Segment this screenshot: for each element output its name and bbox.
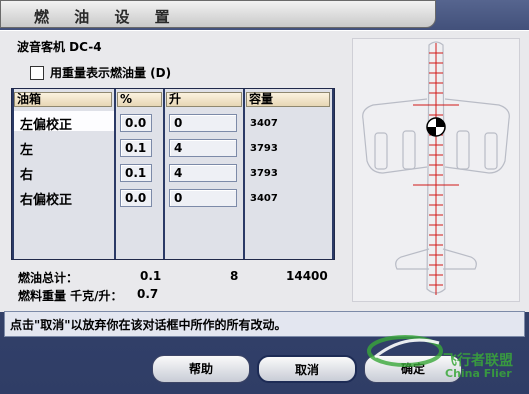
fuel-total-percent: 0.1 (140, 269, 162, 283)
right-wing-outline (444, 98, 510, 174)
percent-input[interactable]: 0.1 (120, 139, 152, 157)
fuel-total-capacity: 14400 (286, 269, 328, 283)
watermark: 飞行者联盟 China Flier (365, 323, 525, 383)
fuel-density-value: 0.7 (137, 287, 159, 301)
left-inner-engine (402, 130, 416, 170)
tank-name: 右 (20, 168, 34, 183)
header-tank: 油箱 (14, 92, 112, 107)
tank-capacity: 3407 (250, 118, 278, 129)
left-outer-engine (374, 132, 388, 170)
cg-marker-icon (426, 117, 446, 137)
header-percent: % (117, 92, 162, 107)
watermark-logo-icon (367, 335, 443, 367)
liters-input[interactable]: 4 (169, 164, 237, 182)
right-inner-engine (456, 130, 470, 170)
tank-capacity: 3793 (250, 143, 278, 154)
tank-capacity: 3793 (250, 168, 278, 179)
status-hint: 点击"取消"以放弃你在该对话框中所作的所有改动。 (10, 318, 287, 332)
help-button[interactable]: 帮助 (152, 355, 250, 383)
fuel-tank-table: 油箱 % 升 容量 左偏校正 0.0 0 3407 左 0.1 4 3793 右… (11, 88, 335, 260)
tank-name: 左 (20, 143, 34, 158)
right-tailplane-outline (442, 248, 477, 270)
fuel-density-label: 燃料重量 千克/升： (18, 289, 123, 303)
fuel-total-label: 燃油总计： (18, 271, 79, 285)
liters-input[interactable]: 4 (169, 139, 237, 157)
percent-input[interactable]: 0.1 (120, 164, 152, 182)
aircraft-top-view (362, 41, 510, 295)
fuel-total-liters: 8 (230, 269, 239, 283)
header-capacity: 容量 (246, 92, 330, 107)
percent-input[interactable]: 0.0 (120, 114, 152, 132)
percent-input[interactable]: 0.0 (120, 189, 152, 207)
left-tailplane-outline (395, 248, 430, 270)
title-bar[interactable]: 燃 油 设 置 (0, 0, 436, 28)
aircraft-name: 波音客机 DC-4 (17, 40, 102, 54)
tank-name: 右偏校正 (20, 193, 73, 208)
liters-input[interactable]: 0 (169, 189, 237, 207)
checkbox-box[interactable] (30, 65, 44, 80)
watermark-subtext: China Flier (445, 367, 512, 380)
cancel-button[interactable]: 取消 (257, 355, 357, 383)
header-liters: 升 (166, 92, 242, 107)
aircraft-diagram (352, 38, 520, 302)
dialog-title: 燃 油 设 置 (34, 8, 180, 26)
left-wing-outline (362, 98, 428, 174)
tank-name: 左偏校正 (20, 118, 73, 133)
tank-capacity: 3407 (250, 193, 278, 204)
right-outer-engine (484, 132, 498, 170)
weight-units-label: 用重量表示燃油量 (D) (50, 66, 172, 80)
weight-units-checkbox[interactable]: 用重量表示燃油量 (D) (30, 64, 171, 81)
liters-input[interactable]: 0 (169, 114, 237, 132)
